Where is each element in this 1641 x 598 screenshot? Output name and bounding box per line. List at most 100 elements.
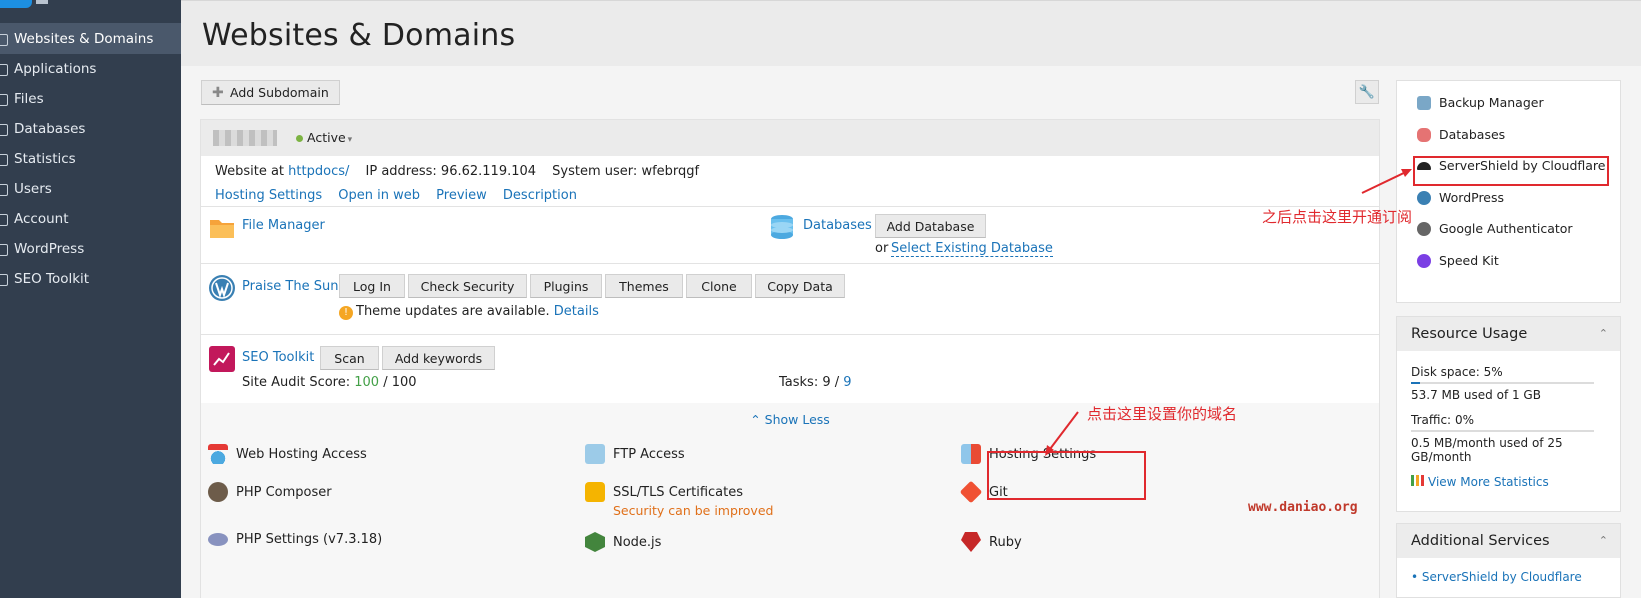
annotation-subscribe-note: 之后点击这里开通订阅 xyxy=(1262,208,1413,226)
sidebar-item-websites-domains[interactable]: Websites & Domains xyxy=(0,23,181,54)
ssl-tls-tool[interactable]: SSL/TLS Certificates xyxy=(585,482,743,502)
user-icon xyxy=(0,182,10,196)
resource-usage-header[interactable]: Resource Usage ⌃ xyxy=(1397,317,1620,351)
disk-usage-bar xyxy=(1411,382,1594,384)
annotation-box-servershield xyxy=(1413,156,1609,186)
sidebar-item-statistics[interactable]: Statistics xyxy=(0,143,181,174)
wp-themes-button[interactable]: Themes xyxy=(605,274,683,298)
additional-services-header[interactable]: Additional Services ⌃ xyxy=(1397,524,1620,558)
php-settings-tool[interactable]: PHP Settings (v7.3.18) xyxy=(208,532,382,547)
file-manager-link[interactable]: File Manager xyxy=(242,218,325,233)
description-link[interactable]: Description xyxy=(503,188,577,203)
git-icon xyxy=(959,480,983,504)
traffic-label: Traffic: 0% xyxy=(1411,413,1474,427)
plus-icon: ✚ xyxy=(212,84,224,101)
theme-updates-details-link[interactable]: Details xyxy=(554,304,599,319)
ruby-tool[interactable]: Ruby xyxy=(961,532,1022,552)
disk-usage-fill xyxy=(1411,382,1421,384)
traffic-detail-line1: 0.5 MB/month used of 25 xyxy=(1411,436,1563,450)
database-icon xyxy=(771,215,793,239)
site-audit-score: Site Audit Score: 100 / 100 xyxy=(242,375,417,390)
sidebar-item-applications[interactable]: Applications xyxy=(0,53,181,84)
backup-icon xyxy=(1417,95,1431,110)
web-hosting-icon xyxy=(208,444,228,464)
watermark: www.daniao.org xyxy=(1248,500,1358,515)
domain-card-header: Active ▾ xyxy=(201,120,1379,156)
quick-links-panel: Backup Manager Databases ServerShield by… xyxy=(1396,80,1621,303)
wp-check-security-button[interactable]: Check Security xyxy=(408,274,527,298)
seo-toolkit-icon xyxy=(209,346,235,372)
disk-usage-detail: 53.7 MB used of 1 GB xyxy=(1411,388,1541,402)
chart-icon xyxy=(0,152,10,166)
database-icon xyxy=(0,122,10,136)
database-icon xyxy=(1417,127,1431,142)
traffic-detail-line2: GB/month xyxy=(1411,450,1472,464)
authenticator-icon xyxy=(1417,221,1431,236)
domain-links: Hosting Settings Open in web Preview Des… xyxy=(215,188,589,203)
monitor-icon xyxy=(0,32,10,46)
sidebar-item-files[interactable]: Files xyxy=(0,83,181,114)
sidebar-item-wordpress[interactable]: WordPress xyxy=(0,233,181,264)
divider xyxy=(201,263,1379,264)
wp-login-button[interactable]: Log In xyxy=(339,274,405,298)
preview-link[interactable]: Preview xyxy=(436,188,487,203)
sidebar-item-databases[interactable]: Databases xyxy=(0,113,181,144)
page-header: Websites & Domains xyxy=(181,0,1641,66)
seo-tasks-link[interactable]: 9 xyxy=(843,375,851,390)
folder-icon xyxy=(210,220,234,238)
document-root-link[interactable]: httpdocs/ xyxy=(288,164,349,179)
nodejs-tool[interactable]: Node.js xyxy=(585,532,661,552)
warning-icon: ! xyxy=(339,306,353,320)
traffic-usage-bar xyxy=(1411,430,1594,432)
seo-add-keywords-button[interactable]: Add keywords xyxy=(382,346,495,370)
seo-icon xyxy=(0,272,10,286)
sidebar-item-users[interactable]: Users xyxy=(0,173,181,204)
divider xyxy=(201,334,1379,335)
system-user: wfebrqgf xyxy=(641,164,700,179)
ruby-icon xyxy=(961,532,981,552)
ftp-access-tool[interactable]: FTP Access xyxy=(585,444,685,464)
view-more-statistics-link[interactable]: View More Statistics xyxy=(1411,475,1549,489)
quick-wordpress-link[interactable]: WordPress xyxy=(1417,190,1504,205)
wordpress-site-link[interactable]: Praise The Sun xyxy=(242,279,338,294)
nodejs-icon xyxy=(585,532,605,552)
sidebar-item-seo-toolkit[interactable]: SEO Toolkit xyxy=(0,263,181,294)
sidebar-item-account[interactable]: Account xyxy=(0,203,181,234)
open-in-web-link[interactable]: Open in web xyxy=(338,188,420,203)
wrench-icon[interactable]: 🔧 xyxy=(1355,80,1379,104)
php-icon xyxy=(208,533,228,546)
speed-kit-link[interactable]: Speed Kit xyxy=(1417,253,1499,268)
resource-usage-panel: Resource Usage ⌃ Disk space: 5% 53.7 MB u… xyxy=(1396,316,1621,512)
seo-tasks: Tasks: 9 / 9 xyxy=(779,375,852,390)
databases-link[interactable]: Databases xyxy=(803,218,872,233)
seo-scan-button[interactable]: Scan xyxy=(320,346,379,370)
wp-plugins-button[interactable]: Plugins xyxy=(530,274,602,298)
wordpress-icon xyxy=(1417,190,1431,205)
tools-area xyxy=(201,403,1379,598)
add-subdomain-button[interactable]: ✚ Add Subdomain xyxy=(201,80,340,105)
select-existing-database-link[interactable]: Select Existing Database xyxy=(891,241,1053,257)
hosting-settings-link[interactable]: Hosting Settings xyxy=(215,188,322,203)
status-badge[interactable]: Active ▾ xyxy=(296,130,352,145)
backup-manager-link[interactable]: Backup Manager xyxy=(1417,95,1544,110)
seo-toolkit-link[interactable]: SEO Toolkit xyxy=(242,350,314,365)
chevron-up-icon: ⌃ xyxy=(1598,327,1608,340)
add-database-button[interactable]: Add Database xyxy=(875,214,986,238)
composer-icon xyxy=(208,482,228,502)
theme-updates-notice: ! Theme updates are available. Details xyxy=(339,304,599,320)
ftp-folder-icon xyxy=(585,444,605,464)
php-composer-tool[interactable]: PHP Composer xyxy=(208,482,332,502)
wp-clone-button[interactable]: Clone xyxy=(686,274,752,298)
logo xyxy=(0,0,32,8)
domain-name-blurred xyxy=(213,130,277,146)
ssl-warning: Security can be improved xyxy=(613,503,774,518)
web-hosting-access-tool[interactable]: Web Hosting Access xyxy=(208,444,367,464)
disk-space-label: Disk space: 5% xyxy=(1411,365,1503,379)
page-title: Websites & Domains xyxy=(202,18,516,53)
domain-info: Website at httpdocs/ IP address: 96.62.1… xyxy=(215,164,700,179)
additional-service-servershield[interactable]: • ServerShield by Cloudflare xyxy=(1411,570,1582,584)
lock-icon xyxy=(585,482,605,502)
wp-copy-data-button[interactable]: Copy Data xyxy=(755,274,845,298)
google-authenticator-link[interactable]: Google Authenticator xyxy=(1417,221,1573,236)
quick-databases-link[interactable]: Databases xyxy=(1417,127,1505,142)
